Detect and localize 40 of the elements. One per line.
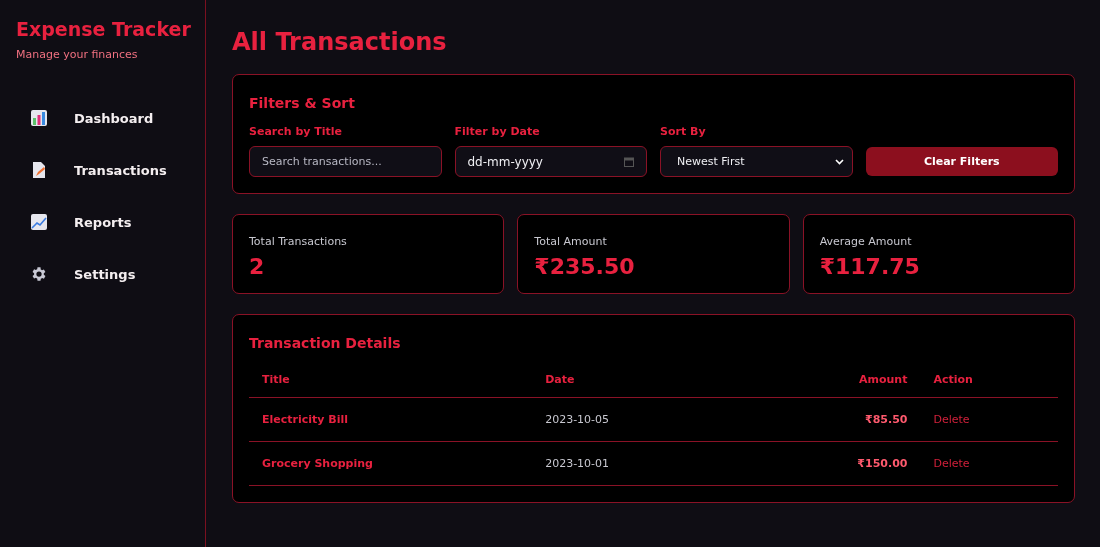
settings-icon bbox=[30, 265, 48, 283]
bar-chart-icon bbox=[30, 109, 48, 127]
column-header: Title bbox=[249, 365, 533, 398]
card-title: Transaction Details bbox=[249, 335, 402, 351]
column-header: Date bbox=[532, 365, 775, 398]
page-title: All Transactions bbox=[232, 28, 448, 56]
stat-label: Total Amount bbox=[534, 235, 608, 248]
stat-value: ₹235.50 bbox=[534, 254, 636, 279]
card-title: Filters & Sort bbox=[249, 95, 356, 111]
table-cell: Grocery Shopping bbox=[249, 441, 533, 486]
field-label: Filter by Date bbox=[454, 125, 541, 138]
stat-value: ₹117.75 bbox=[819, 254, 921, 279]
field-label: Search by Title bbox=[249, 125, 344, 138]
table-cell: 2023-10-05 bbox=[532, 397, 775, 442]
delete-link[interactable]: Delete bbox=[933, 457, 970, 470]
nav-item[interactable]: Dashboard bbox=[16, 95, 189, 141]
document-pencil-icon bbox=[30, 161, 48, 179]
nav-item[interactable]: Transactions bbox=[16, 147, 189, 193]
stat-value: 2 bbox=[249, 254, 266, 279]
table-cell: ₹150.00 bbox=[774, 441, 921, 486]
field-label: Sort By bbox=[660, 125, 707, 138]
column-header: Amount bbox=[774, 365, 921, 398]
search-field[interactable]: Search transactions... bbox=[249, 146, 442, 177]
table-cell: 2023-10-01 bbox=[532, 441, 775, 486]
line-chart-icon bbox=[30, 213, 48, 231]
nav-item[interactable]: Reports bbox=[16, 199, 189, 245]
chevron-down-icon bbox=[834, 158, 844, 165]
nav-item[interactable]: Settings bbox=[16, 251, 189, 297]
app-title: Expense Tracker bbox=[16, 18, 189, 40]
delete-link[interactable]: Delete bbox=[933, 413, 970, 426]
table-cell: ₹85.50 bbox=[774, 397, 921, 442]
app-subtitle: Manage your finances bbox=[16, 48, 139, 61]
sort-dropdown[interactable]: Newest First bbox=[660, 146, 853, 177]
calendar-icon bbox=[624, 156, 634, 167]
stat-label: Total Transactions bbox=[249, 235, 348, 248]
stat-label: Average Amount bbox=[819, 235, 913, 248]
column-header: Action bbox=[920, 365, 1058, 398]
clear-filters-button[interactable]: Clear Filters bbox=[865, 147, 1058, 176]
date-field[interactable]: dd-mm-yyyy bbox=[454, 146, 647, 177]
table-cell: Electricity Bill bbox=[249, 397, 533, 442]
